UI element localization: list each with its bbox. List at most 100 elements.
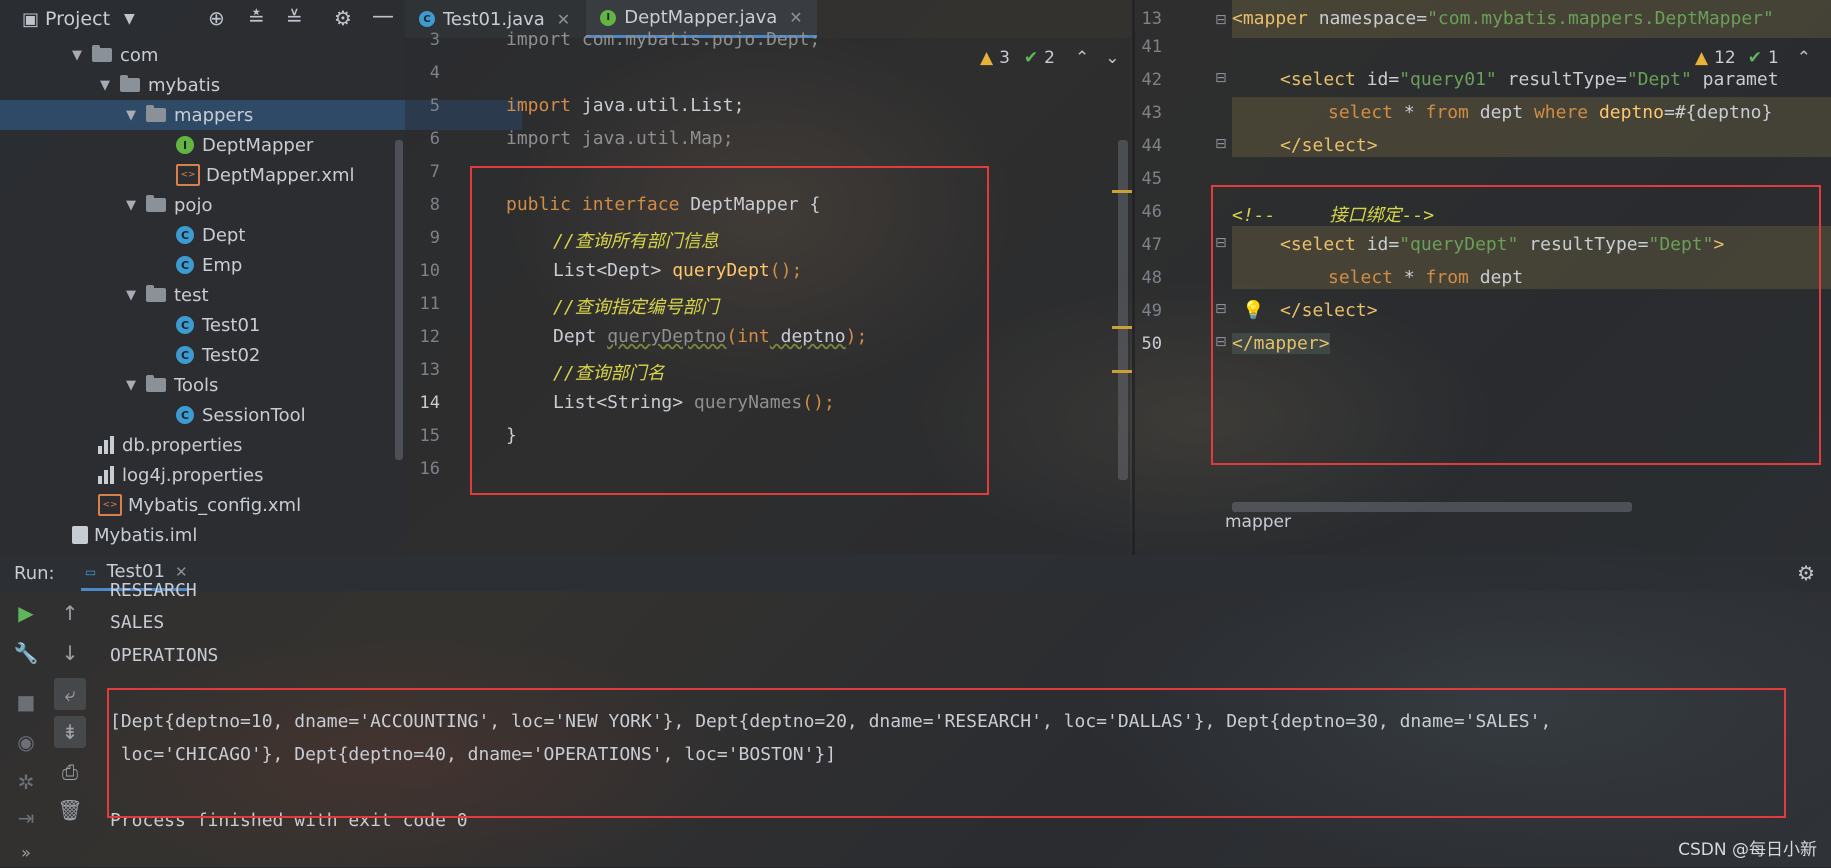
package-icon: [146, 375, 166, 392]
chevron-up-icon[interactable]: ⌃: [1075, 48, 1089, 68]
project-view-icon[interactable]: ▣: [22, 9, 39, 30]
line-number: 15: [419, 426, 440, 446]
chevron-down-icon[interactable]: ▼: [122, 198, 140, 213]
print-icon[interactable]: ⎙: [54, 756, 86, 788]
tree-item-label: mybatis: [148, 74, 221, 96]
xml-attr: resultType=: [1496, 69, 1627, 90]
interface-icon: I: [176, 136, 194, 154]
ok-count: 1: [1767, 48, 1779, 68]
line-number: 5: [429, 96, 440, 116]
line-number: 46: [1141, 202, 1162, 222]
xml-breadcrumb[interactable]: mapper: [1225, 512, 1291, 532]
warning-marker[interactable]: [1112, 370, 1132, 373]
line-number: 11: [419, 294, 440, 314]
tree-item-label: Dept: [202, 224, 246, 246]
highlight-box-interface: [470, 166, 989, 495]
chevron-down-icon[interactable]: ▼: [124, 11, 135, 27]
highlight-box-xml-binding: [1211, 185, 1821, 465]
soft-wrap-icon[interactable]: ⤶: [54, 678, 86, 710]
chevron-down-icon[interactable]: ▼: [122, 288, 140, 303]
fold-icon[interactable]: ⊟: [1215, 12, 1227, 28]
highlight-box-output: [107, 688, 1786, 818]
chevron-up-icon[interactable]: ⌃: [1797, 48, 1811, 68]
stop-icon[interactable]: ■: [10, 686, 42, 718]
more-icon[interactable]: »: [10, 836, 42, 868]
line-number: 8: [429, 195, 440, 215]
gear-icon[interactable]: ⚙: [1797, 561, 1815, 585]
xml-line-sql-where: select * from dept where deptno=#{deptno…: [1328, 102, 1772, 123]
rerun-icon[interactable]: ▶: [10, 597, 42, 629]
close-icon[interactable]: ✕: [175, 563, 188, 581]
xml-value: "query01": [1399, 69, 1497, 90]
runnable-class-icon: C: [176, 346, 194, 364]
chevron-down-icon[interactable]: ▼: [122, 108, 140, 123]
chevron-down-icon[interactable]: ⌄: [1105, 48, 1119, 68]
ok-count: 2: [1044, 48, 1055, 68]
locate-icon[interactable]: ⊕: [208, 6, 225, 30]
close-icon[interactable]: ✕: [789, 8, 802, 27]
gear-icon[interactable]: ⚙: [334, 6, 352, 30]
sql-text: =#{deptno}: [1663, 102, 1773, 123]
tree-item-label: Mybatis_config.xml: [128, 494, 302, 516]
warning-marker[interactable]: [1112, 326, 1132, 329]
exit-icon[interactable]: ⇥: [10, 802, 42, 834]
line-number: 7: [429, 162, 440, 182]
tree-item-label: db.properties: [122, 434, 243, 456]
tree-item-label: Mybatis.iml: [94, 524, 198, 546]
trash-icon[interactable]: 🗑: [54, 794, 86, 826]
package-icon: [120, 75, 140, 92]
xml-value: "com.mybatis.mappers.DeptMapper": [1427, 8, 1774, 29]
tree-item-com[interactable]: ▼ com: [0, 40, 468, 70]
interface-icon: I: [600, 9, 617, 26]
settings-cog-icon[interactable]: ✲: [10, 766, 42, 798]
arrow-up-icon[interactable]: ↑: [54, 597, 86, 629]
sql-text: *: [1393, 102, 1426, 123]
tree-item-label: Test01: [202, 314, 261, 336]
line-number-current: 14: [419, 393, 440, 413]
code-line-import-dept: import com.mybatis.pojo.Dept;: [506, 29, 821, 50]
minimize-icon[interactable]: —: [372, 4, 394, 29]
line-number: 42: [1141, 70, 1162, 90]
inspection-widget[interactable]: ▲ 12 ✔ 1 ⌃: [1695, 48, 1811, 68]
tree-item-label: com: [120, 44, 159, 66]
tree-item-label: pojo: [174, 194, 213, 216]
close-icon[interactable]: ✕: [557, 10, 570, 29]
line-number: 43: [1141, 103, 1162, 123]
chevron-down-icon[interactable]: ▼: [96, 78, 114, 93]
xml-file-icon: <>: [176, 164, 200, 186]
sql-column: deptno: [1588, 102, 1664, 123]
xml-horizontal-scrollbar[interactable]: [1232, 502, 1632, 512]
class-icon: C: [176, 406, 194, 424]
keyword: import: [506, 128, 572, 149]
scroll-to-end-icon[interactable]: ⇟: [54, 716, 86, 748]
fold-icon[interactable]: ⊟: [1215, 136, 1227, 152]
console-line: OPERATIONS: [110, 645, 219, 666]
sql-text: dept: [1468, 102, 1534, 123]
chevron-down-icon[interactable]: ▼: [122, 378, 140, 393]
run-tab-label: Test01: [106, 561, 165, 582]
collapse-all-icon[interactable]: ≚: [286, 6, 303, 30]
run-config-icon: ▭: [84, 564, 97, 579]
tree-item-label: SessionTool: [202, 404, 306, 426]
xml-attr: namespace=: [1307, 8, 1428, 29]
line-number: 45: [1141, 169, 1162, 189]
console-line: SALES: [110, 612, 165, 633]
warning-marker[interactable]: [1112, 190, 1132, 193]
project-title[interactable]: Project: [45, 8, 110, 30]
line-number: 6: [429, 129, 440, 149]
warning-count: 12: [1714, 48, 1736, 68]
expand-all-icon[interactable]: ≛: [248, 6, 265, 30]
chevron-down-icon[interactable]: ▼: [68, 48, 86, 63]
tree-item-label: log4j.properties: [122, 464, 264, 486]
code-text: java.util.List;: [571, 95, 745, 116]
tree-item-mybatis-iml[interactable]: Mybatis.iml: [0, 520, 472, 550]
xml-line-select-query01: <select id="query01" resultType="Dept" p…: [1280, 69, 1779, 90]
wrench-icon[interactable]: 🔧: [10, 637, 42, 669]
inspection-widget[interactable]: ▲ 3 ✔ 2 ⌃ ⌄: [980, 48, 1119, 68]
fold-icon[interactable]: ⊟: [1215, 70, 1227, 86]
code-text: java.util.Map;: [571, 128, 734, 149]
tree-item-label: Tools: [174, 374, 219, 396]
arrow-down-icon[interactable]: ↓: [54, 637, 86, 669]
camera-icon[interactable]: ◉: [10, 726, 42, 758]
runnable-class-icon: C: [176, 316, 194, 334]
